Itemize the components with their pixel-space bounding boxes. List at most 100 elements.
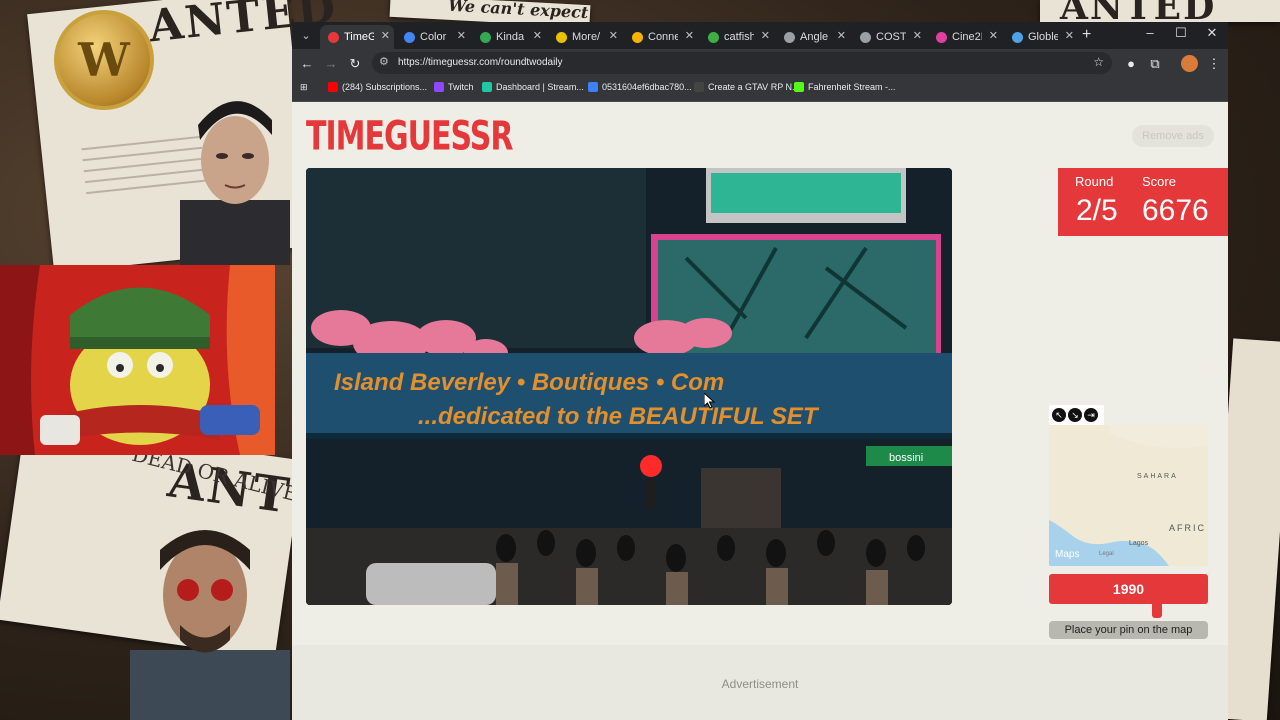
webcam-character xyxy=(0,265,275,455)
street-scene-image: Island Beverley • Boutiques • Com ...ded… xyxy=(306,168,952,605)
browser-tab[interactable]: TimeGu ✕ xyxy=(320,25,394,49)
tab-close-icon[interactable]: ✕ xyxy=(913,29,922,42)
browser-tab[interactable]: More/ ✕ xyxy=(548,25,622,49)
round-label: Round xyxy=(1075,174,1114,189)
browser-toolbar: ← → ↻ ⚙ https://timeguessr.com/roundtwod… xyxy=(292,49,1228,78)
tab-label: Color G xyxy=(420,31,450,43)
maximize-button[interactable]: ☐ xyxy=(1171,25,1191,41)
bookmark-favicon-icon xyxy=(694,82,704,92)
bookmark-label: (284) Subscriptions... xyxy=(342,82,428,92)
webcam-frame xyxy=(0,265,275,455)
photo-store-sign: bossini xyxy=(889,452,923,464)
tab-close-icon[interactable]: ✕ xyxy=(761,29,770,42)
place-pin-button[interactable]: Place your pin on the map xyxy=(1049,621,1208,639)
bookmark-label: 0531604ef6dbac780... xyxy=(602,82,692,92)
minimap-controls: ↖ ↘ ⇥ xyxy=(1049,405,1104,425)
profile-avatar[interactable] xyxy=(1181,55,1198,72)
year-guess-display: 1990 xyxy=(1049,574,1208,604)
tab-close-icon[interactable]: ✕ xyxy=(1065,29,1074,42)
browser-menu-icon[interactable]: ⋮ xyxy=(1204,54,1224,74)
tab-favicon-icon xyxy=(328,31,339,43)
tab-label: More/ xyxy=(572,31,601,43)
browser-tab[interactable]: Angle ✕ xyxy=(776,25,850,49)
remove-ads-button[interactable]: Remove ads xyxy=(1132,125,1214,147)
tab-label: Angle xyxy=(800,31,829,43)
tab-favicon-icon xyxy=(556,31,567,43)
tab-close-icon[interactable]: ✕ xyxy=(533,29,542,42)
tab-close-icon[interactable]: ✕ xyxy=(685,29,694,42)
tab-favicon-icon xyxy=(936,31,947,43)
tab-close-icon[interactable]: ✕ xyxy=(837,29,846,42)
tab-favicon-icon xyxy=(1012,31,1023,43)
apps-grid-icon[interactable]: ⊞ xyxy=(300,82,308,93)
character-portrait-bottom xyxy=(130,530,290,720)
extensions-puzzle-icon[interactable]: ⧉ xyxy=(1145,54,1165,74)
close-window-button[interactable]: ✕ xyxy=(1202,25,1222,41)
browser-tab[interactable]: Color G ✕ xyxy=(396,25,470,49)
tab-favicon-icon xyxy=(404,31,415,43)
browser-tab[interactable]: catfish ✕ xyxy=(700,25,774,49)
tab-label: COSTC xyxy=(876,31,906,43)
pin-map-icon[interactable]: ⇥ xyxy=(1084,408,1098,422)
new-tab-button[interactable]: + xyxy=(1082,26,1091,44)
map-legal-link[interactable]: Legal xyxy=(1099,551,1114,557)
reload-button[interactable]: ↻ xyxy=(345,54,365,74)
photo-sign-line-1: Island Beverley • Boutiques • Com xyxy=(334,369,724,396)
bookmark-label: Dashboard | Stream... xyxy=(496,82,584,92)
game-photo[interactable]: Island Beverley • Boutiques • Com ...ded… xyxy=(306,168,952,605)
tab-favicon-icon xyxy=(632,31,643,43)
browser-tab[interactable]: Globle ✕ xyxy=(1004,25,1078,49)
forward-button[interactable]: → xyxy=(321,54,341,74)
year-slider-thumb[interactable] xyxy=(1152,602,1162,618)
tab-search-button[interactable]: ⌄ xyxy=(296,26,316,46)
bookmark-item[interactable]: 0531604ef6dbac780... xyxy=(588,82,692,92)
guess-minimap[interactable]: SAHARA AFRIC Lagos Maps Legal xyxy=(1049,425,1208,566)
back-button[interactable]: ← xyxy=(297,54,317,74)
bookmark-item[interactable]: Create a GTAV RP N... xyxy=(694,82,800,92)
url-text[interactable]: https://timeguessr.com/roundtwodaily xyxy=(398,57,563,68)
bookmark-star-icon[interactable]: ☆ xyxy=(1093,55,1104,69)
mouse-cursor-icon xyxy=(704,393,716,409)
shrink-map-icon[interactable]: ↘ xyxy=(1068,408,1082,422)
browser-tab[interactable]: Cine2N ✕ xyxy=(928,25,1002,49)
year-slider[interactable] xyxy=(1049,602,1208,618)
bookmark-favicon-icon xyxy=(588,82,598,92)
extension-icon[interactable]: ● xyxy=(1121,54,1141,74)
apple-maps-attribution: Maps xyxy=(1055,549,1079,560)
tab-close-icon[interactable]: ✕ xyxy=(609,29,618,42)
tab-close-icon[interactable]: ✕ xyxy=(989,29,998,42)
browser-tab[interactable]: Kinda H ✕ xyxy=(472,25,546,49)
bookmark-item[interactable]: Fahrenheit Stream -... xyxy=(794,82,896,92)
tab-label: Connec xyxy=(648,31,678,43)
bookmark-label: Fahrenheit Stream -... xyxy=(808,82,896,92)
minimize-button[interactable]: – xyxy=(1140,25,1160,40)
tab-label: catfish xyxy=(724,31,754,43)
browser-tab[interactable]: COSTC ✕ xyxy=(852,25,926,49)
browser-tab[interactable]: Connec ✕ xyxy=(624,25,698,49)
bookmark-favicon-icon xyxy=(434,82,444,92)
bookmark-item[interactable]: (284) Subscriptions... xyxy=(328,82,427,92)
bookmark-favicon-icon xyxy=(328,82,338,92)
bookmark-item[interactable]: Dashboard | Stream... xyxy=(482,82,584,92)
tab-favicon-icon xyxy=(480,31,491,43)
score-label: Score xyxy=(1142,174,1176,189)
advertisement-label: Advertisement xyxy=(721,677,799,691)
maps-attribution-text: Maps xyxy=(1055,549,1080,560)
expand-map-icon[interactable]: ↖ xyxy=(1052,408,1066,422)
tab-label: TimeGu xyxy=(344,31,374,43)
site-logo[interactable]: TIMEGUESSR xyxy=(306,113,513,160)
tab-favicon-icon xyxy=(784,31,795,43)
round-value: 2/5 xyxy=(1076,194,1118,227)
timeguessr-page: TIMEGUESSR Remove ads Island Beverley • … xyxy=(292,103,1228,720)
tab-close-icon[interactable]: ✕ xyxy=(457,29,466,42)
browser-window: ⌄ TimeGu✕Color G✕Kinda H✕More/✕Connec✕ca… xyxy=(292,22,1228,720)
character-portrait-top xyxy=(180,101,290,265)
tab-label: Kinda H xyxy=(496,31,526,43)
tab-close-icon[interactable]: ✕ xyxy=(381,29,390,42)
site-info-icon[interactable]: ⚙ xyxy=(379,55,389,68)
tab-label: Globle xyxy=(1028,31,1058,43)
bookmark-item[interactable]: Twitch xyxy=(434,82,474,92)
round-score-card: Round Score 2/5 6676 xyxy=(1058,168,1228,236)
address-bar[interactable]: ⚙ https://timeguessr.com/roundtwodaily ☆ xyxy=(372,52,1112,74)
bookmark-label: Create a GTAV RP N... xyxy=(708,82,800,92)
